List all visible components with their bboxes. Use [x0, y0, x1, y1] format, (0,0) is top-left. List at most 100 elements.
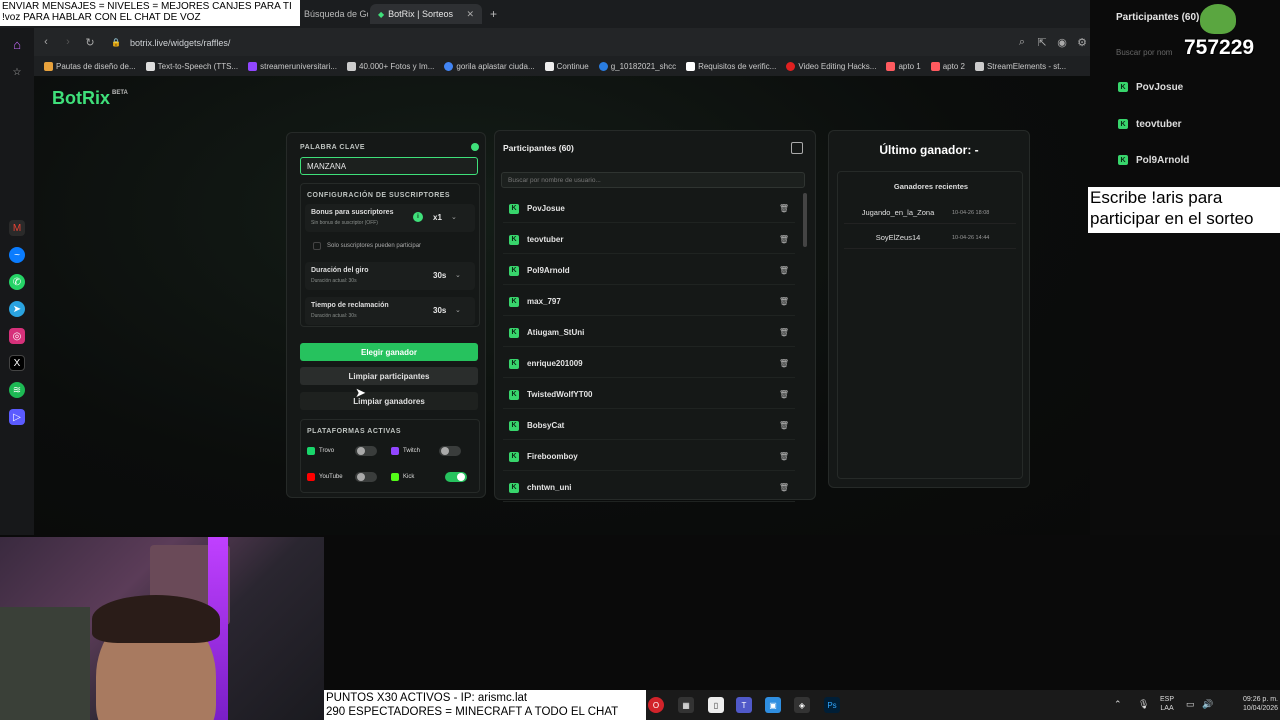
botrix-logo[interactable]: BotRix BETA	[52, 88, 128, 109]
platform-label: YouTube	[319, 474, 343, 480]
spotify-icon[interactable]: ≋	[9, 382, 25, 398]
kick-toggle[interactable]	[445, 472, 467, 482]
reload-icon[interactable]: ↻	[82, 34, 98, 50]
info-icon[interactable]	[471, 143, 479, 151]
bookmark-icon	[598, 61, 608, 71]
info-icon[interactable]: i	[413, 212, 423, 222]
trash-icon[interactable]: 🗑	[779, 328, 789, 338]
zoom-icon[interactable]: ⌕	[1014, 34, 1030, 50]
spin-duration-title: Duración del giro	[311, 267, 369, 274]
pick-winner-button[interactable]: Elegir ganador	[300, 343, 478, 361]
bookmark[interactable]: apto 1	[886, 61, 921, 71]
bookmark[interactable]: Requisitos de verific...	[686, 61, 776, 71]
spin-duration-select[interactable]: 30s	[433, 271, 446, 280]
settings-icon[interactable]: ⚙	[1074, 34, 1090, 50]
logo-text: BotRix	[52, 88, 110, 108]
widget-search[interactable]: Buscar por nom	[1116, 44, 1206, 60]
claim-time-row: Tiempo de reclamación Duración actual: 3…	[305, 297, 475, 325]
x-icon[interactable]: X	[9, 355, 25, 371]
back-icon[interactable]: ‹	[38, 34, 54, 50]
bookmark[interactable]: StreamElements - st...	[974, 61, 1066, 71]
chevron-down-icon: ⌄	[455, 272, 461, 279]
bookmark[interactable]: Continue	[544, 61, 589, 71]
participant-row: K Atiugam_StUni 🗑	[503, 319, 795, 347]
copy-icon[interactable]	[791, 142, 803, 154]
opera-icon[interactable]: O	[648, 697, 664, 713]
clear-participants-button[interactable]: Limpiar participantes	[300, 367, 478, 385]
app-icon[interactable]: ▦	[678, 697, 694, 713]
messenger-icon[interactable]: ~	[9, 247, 25, 263]
youtube-icon	[307, 473, 315, 481]
bookmark-icon	[347, 61, 357, 71]
participant-name: BobsyCat	[527, 421, 565, 430]
forward-icon[interactable]: ›	[60, 34, 76, 50]
file-icon[interactable]: ▯	[708, 697, 724, 713]
tab-botrix[interactable]: ◆ BotRix | Sorteos ✕	[370, 4, 482, 24]
notification-app-icon[interactable]: ◈	[794, 697, 810, 713]
trash-icon[interactable]: 🗑	[779, 390, 789, 400]
photoshop-icon[interactable]: Ps	[824, 697, 840, 713]
twitch-toggle[interactable]	[439, 446, 461, 456]
participant-search-input[interactable]: Buscar por nombre de usuario...	[501, 172, 805, 188]
scrollbar[interactable]	[803, 193, 807, 247]
url-field[interactable]: botrix.live/widgets/raffles/	[130, 34, 950, 52]
store-icon[interactable]: ▣	[765, 697, 781, 713]
camera-icon[interactable]: ◉	[1054, 34, 1070, 50]
bookmark-icon	[145, 61, 155, 71]
trash-icon[interactable]: 🗑	[779, 204, 789, 214]
bookmark[interactable]: streameruniversitari...	[248, 61, 337, 71]
new-tab-button[interactable]: +	[486, 4, 504, 24]
chair-image	[0, 607, 90, 720]
overlay-line: ENVIAR MENSAJES = NIVELES = MEJORES CANJ…	[2, 1, 292, 12]
widget-item: Kteovtuber	[1116, 115, 1276, 133]
close-tab-icon[interactable]: ✕	[466, 9, 474, 20]
teams-icon[interactable]: T	[736, 697, 752, 713]
youtube-toggle[interactable]	[355, 472, 377, 482]
trovo-toggle[interactable]	[355, 446, 377, 456]
bookmark[interactable]: 40.000+ Fotos y Im...	[347, 61, 434, 71]
claim-time-select[interactable]: 30s	[433, 306, 446, 315]
language-indicator[interactable]: ESP LAA	[1160, 695, 1174, 713]
trash-icon[interactable]: 🗑	[779, 452, 789, 462]
trash-icon[interactable]: 🗑	[779, 483, 789, 493]
network-icon[interactable]: ▭	[1186, 699, 1195, 710]
gmail-icon[interactable]: M	[9, 220, 25, 236]
clock[interactable]: 09:26 p. m. 10/04/2026	[1222, 695, 1278, 713]
star-icon[interactable]: ☆	[9, 64, 25, 80]
checkbox[interactable]	[313, 242, 321, 250]
trash-icon[interactable]: 🗑	[779, 235, 789, 245]
bookmark-label: apto 2	[942, 61, 965, 71]
participant-row: K PovJosue 🗑	[503, 195, 795, 223]
bookmark-label: Video Editing Hacks...	[798, 61, 877, 71]
volume-icon[interactable]: 🔊	[1202, 699, 1213, 710]
share-icon[interactable]: ⇱	[1034, 34, 1050, 50]
bookmark[interactable]: gorila aplastar ciuda...	[444, 61, 535, 71]
microphone-icon[interactable]: 🎙	[1138, 699, 1149, 710]
last-winner: Último ganador: -	[879, 143, 979, 157]
search-placeholder: Buscar por nombre de usuario...	[508, 176, 601, 184]
trash-icon[interactable]: 🗑	[779, 421, 789, 431]
subs-only-row[interactable]: Solo suscriptores pueden participar	[305, 238, 475, 254]
clear-winners-button[interactable]: Limpiar ganadores	[300, 392, 478, 410]
trash-icon[interactable]: 🗑	[779, 297, 789, 307]
trash-icon[interactable]: 🗑	[779, 266, 789, 276]
overlay-line: 290 ESPECTADORES = MINECRAFT A TODO EL C…	[326, 706, 619, 718]
bookmark[interactable]: Pautas de diseño de...	[44, 61, 136, 71]
bookmark[interactable]: Video Editing Hacks...	[786, 61, 877, 71]
tab-google-search[interactable]: Búsqueda de Goo	[296, 4, 368, 24]
subs-bonus-select[interactable]: x1	[433, 213, 442, 222]
bookmark[interactable]: Text-to-Speech (TTS...	[145, 61, 238, 71]
bookmark[interactable]: g_10182021_shcc	[598, 61, 676, 71]
bookmark[interactable]: apto 2	[930, 61, 965, 71]
player-icon[interactable]: ▷	[9, 409, 25, 425]
whatsapp-icon[interactable]: ✆	[9, 274, 25, 290]
chevron-up-icon[interactable]: ⌃	[1114, 699, 1122, 710]
telegram-icon[interactable]: ➤	[9, 301, 25, 317]
instagram-icon[interactable]: ◎	[9, 328, 25, 344]
trash-icon[interactable]: 🗑	[779, 359, 789, 369]
widget-item-name: PovJosue	[1136, 81, 1184, 93]
tab-label: Búsqueda de Goo	[304, 9, 368, 19]
stream-overlay-top: ENVIAR MENSAJES = NIVELES = MEJORES CANJ…	[0, 0, 300, 26]
keyword-input[interactable]: MANZANA	[300, 157, 478, 175]
home-icon[interactable]: ⌂	[9, 36, 25, 52]
